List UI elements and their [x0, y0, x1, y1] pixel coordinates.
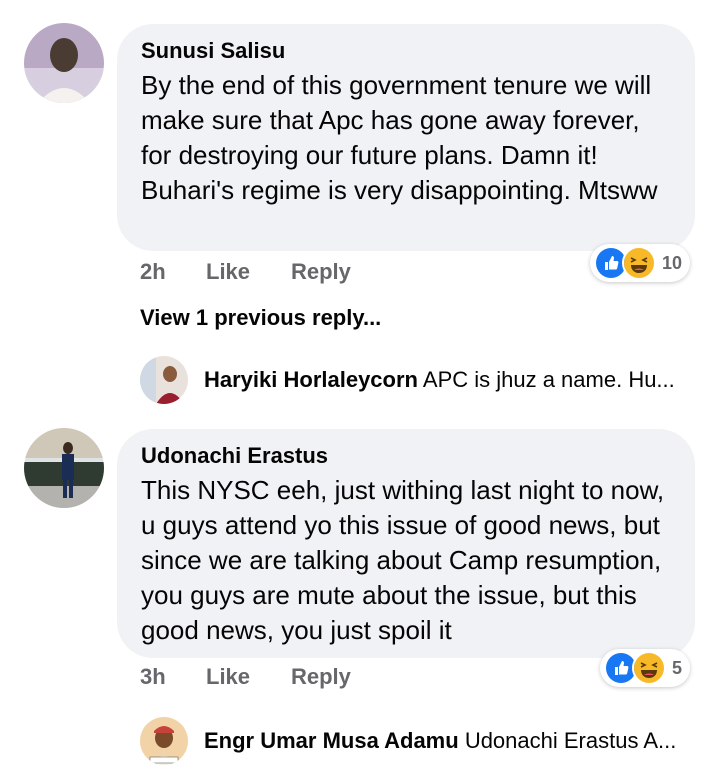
reaction-count: 10 [662, 252, 683, 273]
comment-author[interactable]: Sunusi Salisu [141, 38, 671, 64]
like-button[interactable]: Like [206, 259, 250, 285]
reply-author[interactable]: Haryiki Horlaleycorn [204, 367, 418, 392]
view-previous-replies-link[interactable]: View 1 previous reply... [140, 305, 381, 331]
reply-text: Udonachi Erastus A... [464, 728, 677, 753]
reply-preview[interactable]: Engr Umar Musa Adamu Udonachi Erastus A.… [204, 728, 694, 754]
comment-author[interactable]: Udonachi Erastus [141, 443, 671, 469]
avatar-sunusi-salisu[interactable] [24, 23, 104, 103]
like-button[interactable]: Like [206, 664, 250, 690]
reaction-summary[interactable]: 10 [590, 244, 691, 282]
comment-bubble: Udonachi Erastus This NYSC eeh, just wit… [117, 429, 695, 658]
reaction-count: 5 [672, 657, 683, 678]
comment-time[interactable]: 2h [140, 259, 166, 285]
comment-text: By the end of this government tenure we … [141, 70, 658, 205]
reply-author[interactable]: Engr Umar Musa Adamu [204, 728, 459, 753]
comment-text: This NYSC eeh, just withing last night t… [141, 475, 665, 645]
comment-bubble: Sunusi Salisu By the end of this governm… [117, 24, 695, 251]
avatar-engr-umar-musa-adamu[interactable] [140, 717, 188, 765]
avatar-haryiki-horlaleycorn[interactable] [140, 356, 188, 404]
reply-button[interactable]: Reply [291, 259, 351, 285]
reply-button[interactable]: Reply [291, 664, 351, 690]
reaction-summary[interactable]: 5 [600, 649, 691, 687]
haha-icon [632, 651, 666, 685]
comment-time[interactable]: 3h [140, 664, 166, 690]
avatar-udonachi-erastus[interactable] [24, 428, 104, 508]
haha-icon [622, 246, 656, 280]
reply-preview[interactable]: Haryiki Horlaleycorn APC is jhuz a name.… [204, 367, 694, 393]
reply-text: APC is jhuz a name. Hu... [422, 367, 675, 392]
